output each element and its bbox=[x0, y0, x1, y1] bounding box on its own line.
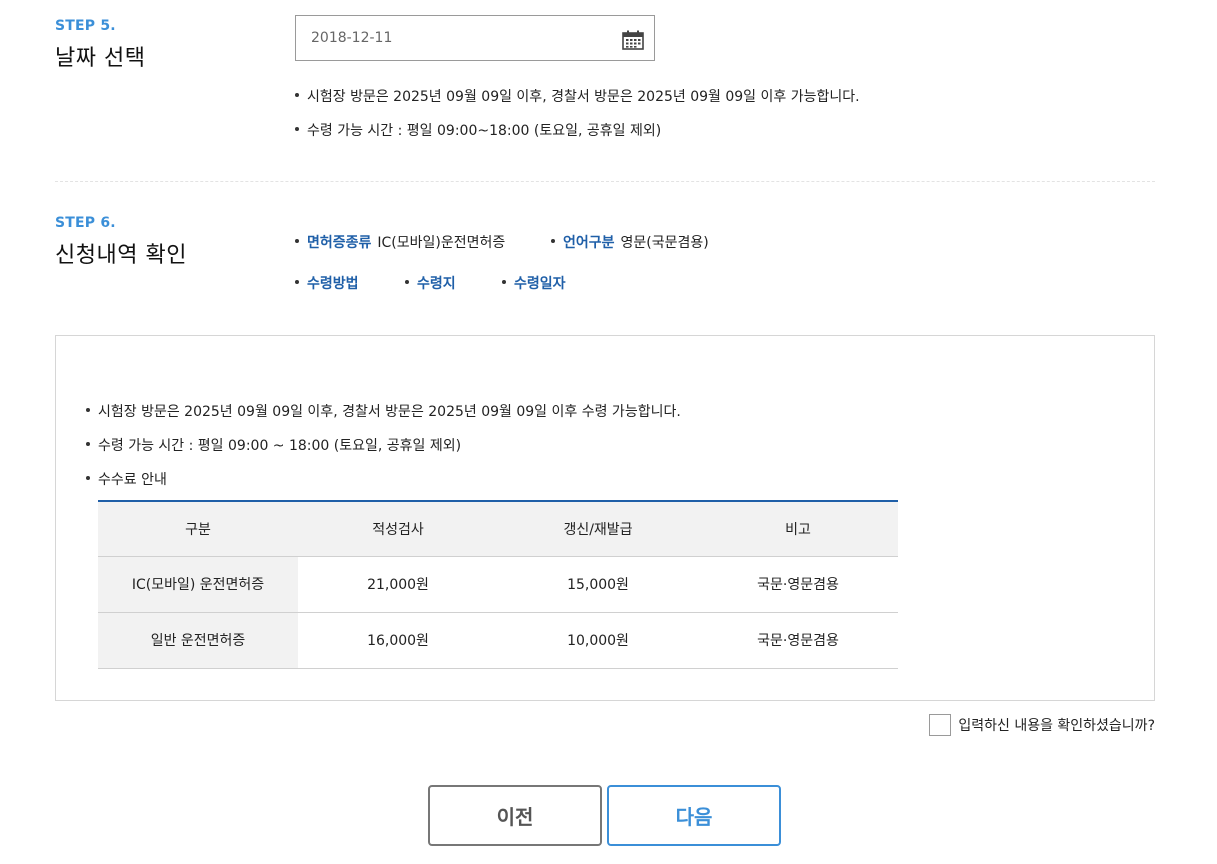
confirm-checkbox[interactable] bbox=[929, 714, 952, 736]
bullet-icon bbox=[295, 239, 299, 243]
step6-label: STEP 6. bbox=[55, 215, 116, 231]
step5-title: 날짜 선택 bbox=[55, 46, 146, 71]
info-note-fee: 수수료 안내 bbox=[86, 469, 167, 489]
summary-receive-method: 수령방법 bbox=[295, 273, 365, 293]
date-input[interactable] bbox=[311, 30, 601, 46]
summary-language: 언어구분 영문(국문겸용) bbox=[551, 232, 709, 252]
table-row: 일반 운전면허증 16,000원 10,000원 국문·영문겸용 bbox=[98, 612, 898, 669]
bullet-icon bbox=[86, 408, 90, 412]
step5-note-1: 시험장 방문은 2025년 09월 09일 이후, 경찰서 방문은 2025년 … bbox=[295, 86, 860, 106]
info-box: 시험장 방문은 2025년 09월 09일 이후, 경찰서 방문은 2025년 … bbox=[55, 335, 1155, 701]
bullet-icon bbox=[86, 442, 90, 446]
table-cell: 21,000원 bbox=[298, 556, 498, 613]
date-field[interactable] bbox=[295, 15, 655, 61]
info-note-1: 시험장 방문은 2025년 09월 09일 이후, 경찰서 방문은 2025년 … bbox=[86, 401, 681, 421]
next-button[interactable]: 다음 bbox=[607, 785, 781, 846]
column-header: 비고 bbox=[698, 501, 898, 557]
column-header: 적성검사 bbox=[298, 501, 498, 557]
table-cell: IC(모바일) 운전면허증 bbox=[98, 556, 298, 613]
column-header: 구분 bbox=[98, 501, 298, 557]
bullet-icon bbox=[295, 127, 299, 131]
prev-button[interactable]: 이전 bbox=[428, 785, 602, 846]
step6-title: 신청내역 확인 bbox=[55, 243, 187, 268]
calendar-icon[interactable] bbox=[622, 30, 644, 50]
table-cell: 국문·영문겸용 bbox=[698, 612, 898, 669]
confirm-row[interactable]: 입력하신 내용을 확인하셨습니까? bbox=[929, 714, 1155, 736]
table-cell: 15,000원 bbox=[498, 556, 698, 613]
fee-table: 구분 적성검사 갱신/재발급 비고 IC(모바일) 운전면허증 21,000원 … bbox=[98, 500, 898, 669]
column-header: 갱신/재발급 bbox=[498, 501, 698, 557]
table-row: IC(모바일) 운전면허증 21,000원 15,000원 국문·영문겸용 bbox=[98, 556, 898, 613]
bullet-icon bbox=[86, 476, 90, 480]
summary-license-type: 면허증종류 IC(모바일)운전면허증 bbox=[295, 232, 505, 252]
info-note-2: 수령 가능 시간 : 평일 09:00 ~ 18:00 (토요일, 공휴일 제외… bbox=[86, 435, 461, 455]
bullet-icon bbox=[551, 239, 555, 243]
bullet-icon bbox=[295, 93, 299, 97]
step5-label: STEP 5. bbox=[55, 18, 116, 34]
summary-receive-place: 수령지 bbox=[405, 273, 462, 293]
bullet-icon bbox=[502, 280, 506, 284]
table-cell: 10,000원 bbox=[498, 612, 698, 669]
table-cell: 16,000원 bbox=[298, 612, 498, 669]
table-header-row: 구분 적성검사 갱신/재발급 비고 bbox=[98, 501, 898, 557]
summary-receive-date: 수령일자 bbox=[502, 273, 572, 293]
step5-note-2: 수령 가능 시간 : 평일 09:00~18:00 (토요일, 공휴일 제외) bbox=[295, 120, 661, 140]
table-cell: 국문·영문겸용 bbox=[698, 556, 898, 613]
bullet-icon bbox=[295, 280, 299, 284]
confirm-label[interactable]: 입력하신 내용을 확인하셨습니까? bbox=[958, 715, 1155, 735]
bullet-icon bbox=[405, 280, 409, 284]
table-cell: 일반 운전면허증 bbox=[98, 612, 298, 669]
section-divider bbox=[55, 181, 1155, 182]
